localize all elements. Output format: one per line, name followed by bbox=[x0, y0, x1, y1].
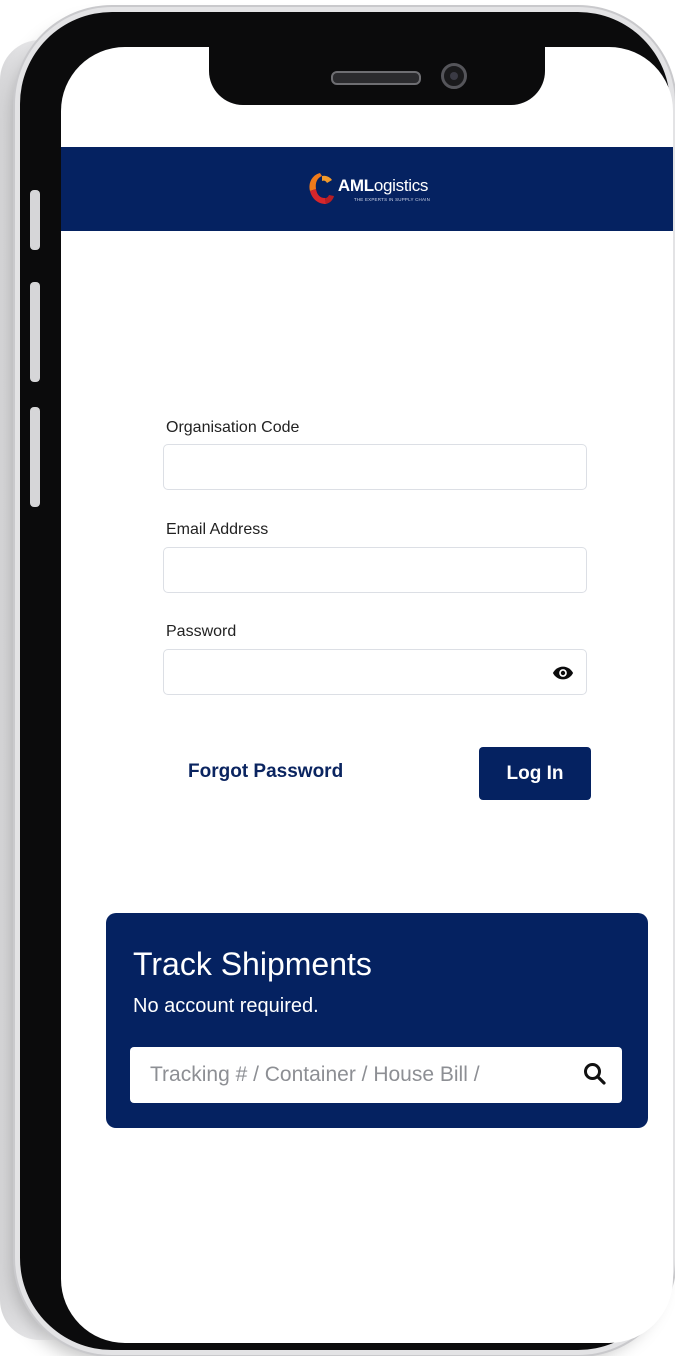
phone-screen: AMLogistics THE EXPERTS IN SUPPLY CHAIN … bbox=[61, 47, 673, 1343]
password-label: Password bbox=[166, 623, 237, 640]
phone-volume-down bbox=[30, 407, 40, 507]
front-camera bbox=[441, 63, 467, 89]
org-code-input[interactable] bbox=[163, 444, 587, 490]
track-shipments-subtitle: No account required. bbox=[133, 995, 319, 1017]
eye-icon[interactable] bbox=[552, 662, 574, 684]
org-code-label: Organisation Code bbox=[166, 419, 300, 436]
logo-name-rest: ogistics bbox=[373, 176, 429, 195]
logo-mark-icon bbox=[304, 169, 336, 209]
tracking-search-placeholder: Tracking # / Container / House Bill / bbox=[150, 1063, 480, 1086]
company-logo: AMLogistics THE EXPERTS IN SUPPLY CHAIN bbox=[304, 169, 430, 209]
track-shipments-panel: Track Shipments No account required. Tra… bbox=[106, 913, 648, 1128]
track-shipments-title: Track Shipments bbox=[133, 946, 372, 982]
search-icon[interactable] bbox=[582, 1061, 608, 1087]
phone-notch bbox=[209, 47, 545, 105]
phone-mute-switch bbox=[30, 190, 40, 250]
email-input[interactable] bbox=[163, 547, 587, 593]
login-button[interactable]: Log In bbox=[479, 747, 591, 800]
speaker-grille bbox=[331, 71, 421, 85]
tracking-search-input[interactable]: Tracking # / Container / House Bill / bbox=[130, 1047, 622, 1103]
logo-name-bold: AML bbox=[337, 176, 374, 195]
phone-volume-up bbox=[30, 282, 40, 382]
forgot-password-link[interactable]: Forgot Password bbox=[188, 761, 343, 783]
password-input[interactable] bbox=[163, 649, 587, 695]
phone-frame: AMLogistics THE EXPERTS IN SUPPLY CHAIN … bbox=[20, 12, 673, 1350]
app-header: AMLogistics THE EXPERTS IN SUPPLY CHAIN bbox=[61, 147, 673, 231]
logo-tagline: THE EXPERTS IN SUPPLY CHAIN bbox=[353, 197, 431, 202]
email-label: Email Address bbox=[166, 521, 269, 538]
